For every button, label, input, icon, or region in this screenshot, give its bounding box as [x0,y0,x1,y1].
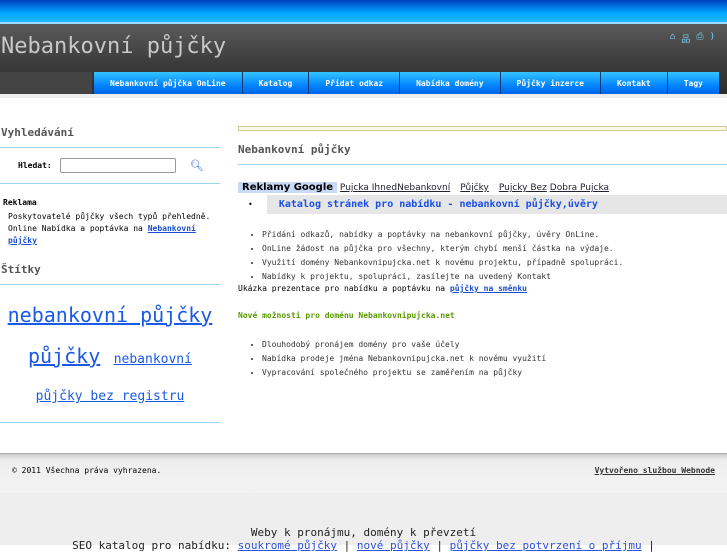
nav-inzerce[interactable]: Půjčky inzerce [499,72,600,96]
bottom-line: Weby k pronájmu, domény k převzetí [250,526,477,539]
seo-link[interactable]: nové půjčky [357,539,430,552]
list-item: Vypracování společného projektu se zaměř… [262,366,727,380]
page-title: Nebankovní půjčky [238,131,727,165]
ad-link[interactable]: Dobra Pujcka [550,183,609,193]
tags-heading: Štítky [0,257,220,285]
tag[interactable]: nebankovní [114,352,192,367]
list-item: Nabídka prodeje jména Nebankovnipujcka.n… [262,352,727,366]
list-item: Nabídky k projektu, spolupráci, zasílejt… [262,270,727,284]
nav-kontakt[interactable]: Kontakt [599,72,667,96]
ads-label[interactable]: Reklamy Google [238,182,338,193]
divider [0,94,727,98]
header: Nebankovní půjčky ⌂ 品 ⎙) Nebankovní půjčka… [0,22,727,96]
nav-katalog[interactable]: Katalog [241,72,309,96]
tag[interactable]: půjčky bez registru [36,389,185,404]
rss-icon[interactable]: ) [710,32,715,45]
search-heading: Vyhledávání [0,120,220,148]
green-heading: Nové možnosti pro doménu Nebankovnipujck… [238,311,455,320]
sidebar: Vyhledávání Hledat: 🔍︎ Reklama Poskytovate… [0,120,220,423]
search-label: Hledat: [18,161,52,170]
bullet: • [248,200,253,209]
tag[interactable]: půjčky [28,344,100,368]
nav-pridat[interactable]: Přidat odkaz [308,72,400,96]
sitemap-icon[interactable]: 品 [681,32,690,45]
nav-tagy[interactable]: Tagy [666,72,719,96]
list-item: Dlouhodobý pronájem domény pro vaše účel… [262,338,727,352]
nav-online[interactable]: Nebankovní půjčka OnLine [93,72,242,96]
main-content: Nebankovní půjčky Reklamy Google Pujcka … [238,126,727,380]
katalog-banner[interactable]: Katalog stránek pro nabídku - nebankovní… [266,195,727,214]
feature-list: Přidání odkazů, nabídky a poptávky na ne… [238,228,727,284]
main-nav: Nebankovní půjčka OnLine Katalog Přidat … [93,72,719,96]
home-icon[interactable]: ⌂ [670,32,675,45]
ad-link[interactable]: Pujcky Bez [499,183,547,193]
seo-link[interactable]: soukromé půjčky [238,539,337,552]
site-title[interactable]: Nebankovní půjčky [1,34,226,59]
demo-link[interactable]: půjčky na směnku [450,284,527,293]
nav-nabidka[interactable]: Nabídka domény [399,72,500,96]
list-item: Využití domény Nebankovnipujcka.net k no… [262,256,727,270]
ad-box: Reklama Poskytovatelé půjčky všech typů p… [0,184,220,257]
tag[interactable]: nebankovní půjčky [8,303,213,327]
nav-spacer [0,72,92,96]
seo-link[interactable]: půjčky bez potvrzení o příjmu [450,539,642,552]
list-item: OnLine žádost na půjčka pro všechny, kte… [262,242,727,256]
footer: © 2011 Všechna práva vyhrazena. Vytvořen… [0,453,727,493]
ad-link[interactable]: Půjčky [460,183,489,193]
copyright: © 2011 Všechna práva vyhrazena. [12,466,162,475]
search-input[interactable] [59,158,176,173]
ad-title: Reklama [3,198,37,207]
bottom-links: Weby k pronájmu, domény k převzetí SEO k… [0,493,727,552]
top-banner [0,0,727,22]
search-icon[interactable]: 🔍︎ [190,159,204,172]
webnode-link[interactable]: Vytvořeno službou Webnode [595,466,715,475]
demo-text: Ukázka prezentace pro nabídku a poptávku… [238,284,450,293]
print-icon[interactable]: ⎙ [696,32,703,45]
ad-link[interactable]: Pujcka IhnedNebankovní [340,183,450,193]
tag-cloud: nebankovní půjčky půjčky nebankovní půjč… [0,285,220,423]
options-list: Dlouhodobý pronájem domény pro vaše účel… [238,338,727,380]
list-item: Přidání odkazů, nabídky a poptávky na ne… [262,228,727,242]
seo-label: SEO katalog pro nabídku: [72,539,238,552]
google-ads: Reklamy Google Pujcka IhnedNebankovní Půj… [238,182,727,193]
